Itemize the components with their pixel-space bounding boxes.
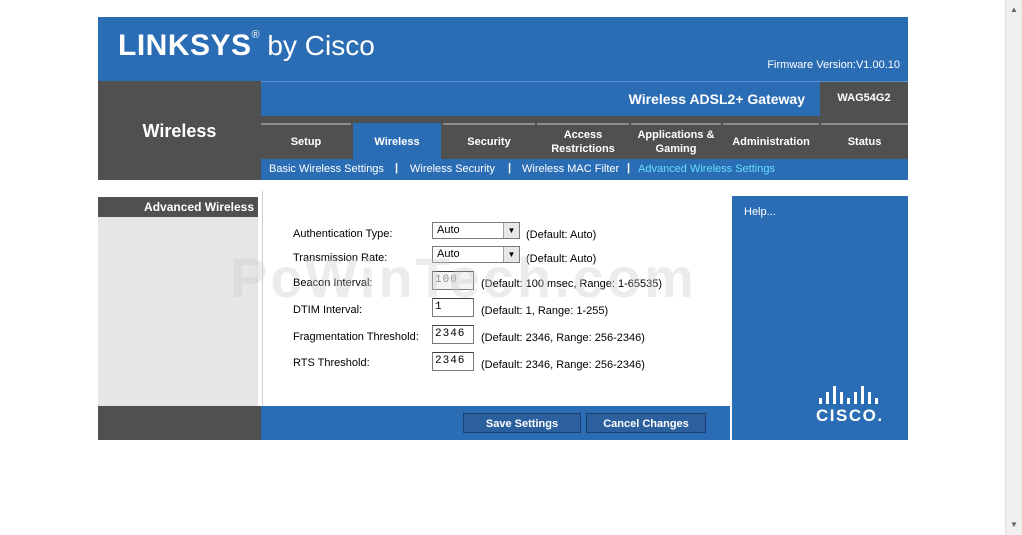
- dtim-interval-hint: (Default: 1, Range: 1-255): [481, 305, 609, 317]
- product-name: Wireless ADSL2+ Gateway: [628, 91, 805, 107]
- tab-applications-gaming-label: Applications & Gaming: [637, 129, 715, 155]
- dtim-interval-label: DTIM Interval:: [293, 304, 363, 316]
- main-tabs: Setup Wireless Security Access Restricti…: [261, 116, 908, 159]
- linksys-logo: LINKSYS® by Cisco: [118, 29, 375, 62]
- cisco-logo: CISCO.: [816, 382, 888, 432]
- subnav-wireless-security[interactable]: Wireless Security: [410, 163, 495, 175]
- subnav-separator: |: [508, 162, 512, 174]
- scroll-down-icon[interactable]: ▼: [1006, 517, 1022, 533]
- auth-type-select[interactable]: Auto ▼: [432, 222, 520, 239]
- vertical-scrollbar[interactable]: ▲ ▼: [1005, 0, 1022, 535]
- dtim-interval-input[interactable]: 1: [432, 298, 474, 317]
- cisco-bars-icon: [816, 382, 888, 404]
- scroll-up-icon[interactable]: ▲: [1006, 2, 1022, 18]
- sidebar-column: [98, 217, 258, 406]
- section-panel: Wireless: [98, 81, 261, 180]
- tab-access-restrictions[interactable]: Access Restrictions: [537, 123, 629, 159]
- tab-applications-gaming[interactable]: Applications & Gaming: [631, 123, 721, 159]
- subnav-basic-wireless[interactable]: Basic Wireless Settings: [269, 163, 384, 175]
- beacon-interval-hint: (Default: 100 msec, Range: 1-65535): [481, 278, 662, 290]
- beacon-interval-label: Beacon Interval:: [293, 277, 373, 289]
- brand-name: LINKSYS: [118, 29, 252, 62]
- settings-panel: Authentication Type: Auto ▼ (Default: Au…: [262, 191, 729, 406]
- rts-threshold-label: RTS Threshold:: [293, 357, 370, 369]
- auth-type-value: Auto: [437, 224, 460, 236]
- product-bar: Wireless ADSL2+ Gateway WAG54G2: [261, 81, 908, 117]
- subnav-separator: |: [627, 162, 631, 174]
- fragmentation-threshold-input[interactable]: 2346: [432, 325, 474, 344]
- tx-rate-label: Transmission Rate:: [293, 252, 388, 264]
- tab-access-restrictions-label: Access Restrictions: [551, 129, 615, 155]
- sub-navigation: Basic Wireless Settings | Wireless Secur…: [261, 159, 908, 180]
- tab-setup[interactable]: Setup: [261, 123, 351, 159]
- router-admin-frame: LINKSYS® by Cisco Firmware Version:V1.00…: [98, 17, 908, 440]
- auth-type-hint: (Default: Auto): [526, 229, 597, 241]
- chevron-down-icon[interactable]: ▼: [503, 223, 519, 238]
- sidebar-header: Advanced Wireless: [98, 197, 258, 217]
- firmware-version: Firmware Version:V1.00.10: [767, 59, 900, 71]
- save-settings-button[interactable]: Save Settings: [463, 413, 581, 433]
- chevron-down-icon[interactable]: ▼: [503, 247, 519, 262]
- cisco-wordmark: CISCO.: [816, 406, 884, 425]
- header-bar: LINKSYS® by Cisco Firmware Version:V1.00…: [98, 17, 908, 81]
- rts-threshold-input[interactable]: 2346: [432, 352, 474, 371]
- tx-rate-value: Auto: [437, 248, 460, 260]
- tab-administration[interactable]: Administration: [723, 123, 819, 159]
- subnav-separator: |: [395, 162, 399, 174]
- subnav-wireless-mac-filter[interactable]: Wireless MAC Filter: [522, 163, 619, 175]
- tx-rate-select[interactable]: Auto ▼: [432, 246, 520, 263]
- auth-type-label: Authentication Type:: [293, 228, 393, 240]
- beacon-interval-input[interactable]: 100: [432, 271, 474, 290]
- section-title: Wireless: [142, 121, 217, 141]
- tab-security[interactable]: Security: [443, 123, 535, 159]
- rts-threshold-hint: (Default: 2346, Range: 256-2346): [481, 359, 645, 371]
- tx-rate-hint: (Default: Auto): [526, 253, 597, 265]
- cancel-changes-button[interactable]: Cancel Changes: [586, 413, 706, 433]
- model-badge: WAG54G2: [820, 82, 908, 117]
- subnav-advanced-wireless[interactable]: Advanced Wireless Settings: [638, 163, 775, 175]
- fragmentation-threshold-hint: (Default: 2346, Range: 256-2346): [481, 332, 645, 344]
- fragmentation-threshold-label: Fragmentation Threshold:: [293, 331, 419, 343]
- sidebar-footer: [98, 406, 261, 440]
- help-column: Help... CISCO.: [732, 196, 908, 440]
- tab-status[interactable]: Status: [821, 123, 908, 159]
- brand-suffix: by Cisco: [267, 30, 375, 61]
- help-link[interactable]: Help...: [744, 206, 776, 218]
- tab-wireless[interactable]: Wireless: [353, 123, 441, 159]
